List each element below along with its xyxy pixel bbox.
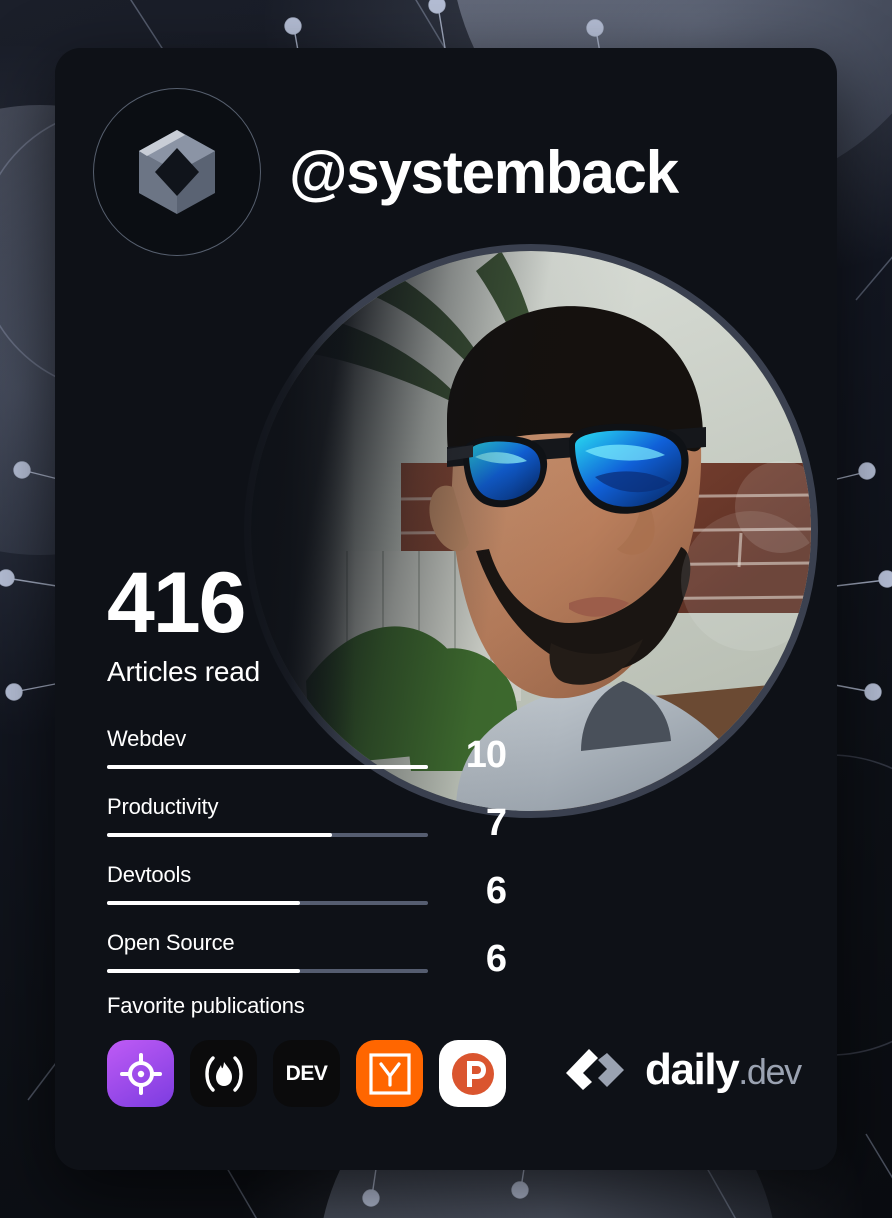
brand-suffix: .dev [738, 1051, 802, 1092]
stats-section: 416 Articles read Webdev 10 Productivity… [107, 555, 507, 998]
tag-row: Productivity 7 [107, 793, 507, 844]
tag-progress-track: 6 [107, 870, 507, 912]
tag-progress-fill [107, 968, 300, 973]
y-combinator-icon [368, 1052, 411, 1095]
product-hunt-p-icon [451, 1052, 494, 1095]
tag-row: Devtools 6 [107, 861, 507, 912]
favorite-publications-section: Favorite publications DEV [107, 993, 527, 1107]
daily-dev-brand: daily.dev [563, 1045, 802, 1094]
hashnode-publication-icon[interactable] [190, 1040, 257, 1107]
tag-row: Webdev 10 [107, 725, 507, 776]
username: @systemback [289, 138, 679, 206]
daily-dev-publication-icon[interactable] [107, 1040, 174, 1107]
tag-value: 7 [485, 801, 507, 844]
tag-label: Productivity [107, 793, 219, 819]
tag-progress-track: 7 [107, 802, 507, 844]
brand-name: daily [645, 1045, 740, 1094]
tag-progress-fill [107, 832, 332, 837]
tag-label: Open Source [107, 929, 235, 955]
tag-label: Webdev [107, 725, 187, 751]
tag-value: 6 [485, 937, 507, 980]
tag-label: Devtools [107, 861, 191, 887]
tag-bars: Webdev 10 Productivity 7 Devtools 6 Open… [107, 725, 507, 980]
tag-progress-track: 10 [107, 734, 507, 776]
brand-wordmark: daily.dev [645, 1045, 802, 1094]
flame-in-parentheses-icon [204, 1055, 243, 1092]
crosshair-target-icon [119, 1052, 162, 1095]
avatar[interactable] [93, 88, 261, 256]
hackernews-publication-icon[interactable] [356, 1040, 423, 1107]
card-header: @systemback [93, 88, 679, 256]
articles-read-count: 416 [107, 555, 247, 651]
tag-progress-fill [107, 764, 428, 769]
tag-row: Open Source 6 [107, 929, 507, 980]
favorite-publications-label: Favorite publications [107, 993, 305, 1018]
tag-value: 10 [465, 733, 507, 776]
tag-progress-fill [107, 900, 300, 905]
tag-value: 6 [485, 869, 507, 912]
publication-icons-row: DEV [107, 1040, 527, 1107]
articles-read-label: Articles read [107, 655, 261, 687]
daily-dev-logo-icon [566, 1049, 624, 1090]
hexagon-gem-logo-icon [139, 130, 215, 214]
tag-progress-track: 6 [107, 938, 507, 980]
profile-card: @systemback 416 Articles read Webdev 10 … [55, 48, 837, 1170]
producthunt-publication-icon[interactable] [439, 1040, 506, 1107]
devto-label: DEV [285, 1061, 328, 1085]
devto-publication-icon[interactable]: DEV [273, 1040, 340, 1107]
